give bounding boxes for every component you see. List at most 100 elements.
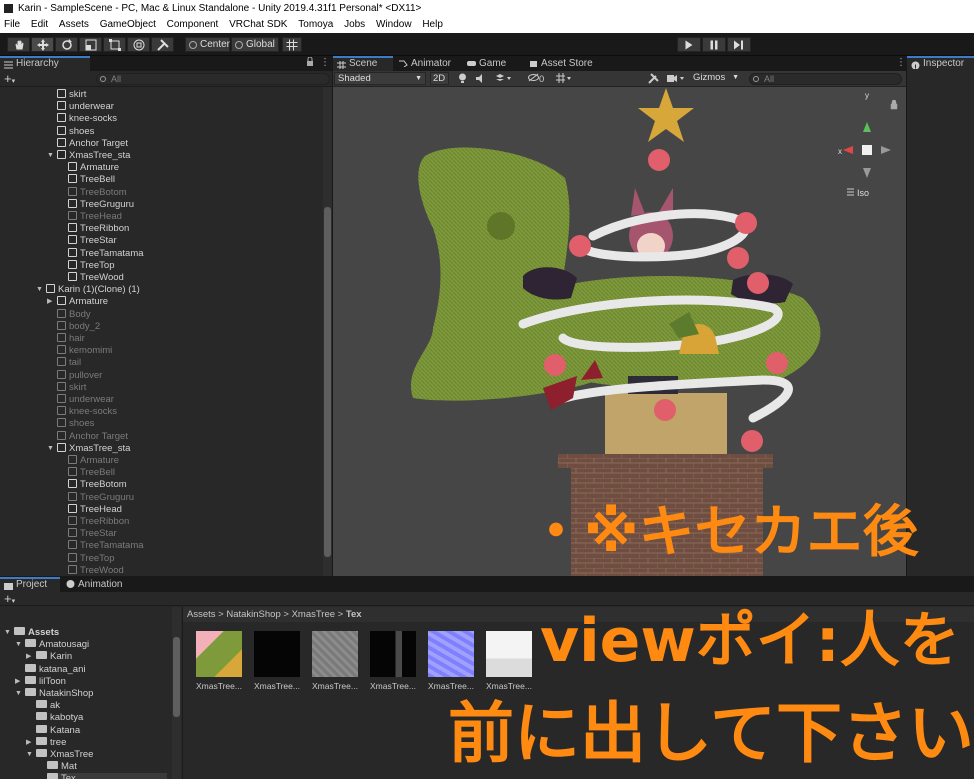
hierarchy-row[interactable]: knee-socks bbox=[57, 406, 117, 418]
hierarchy-row[interactable]: ▼ XmasTree_sta bbox=[47, 150, 130, 162]
tab-game[interactable]: Game bbox=[463, 56, 523, 71]
hierarchy-row[interactable]: skirt bbox=[57, 381, 86, 394]
menu-component[interactable]: Component bbox=[167, 17, 219, 33]
collapse-arrow-icon[interactable]: ▶ bbox=[26, 651, 31, 663]
mode-2d-toggle[interactable]: 2D bbox=[430, 72, 449, 85]
hierarchy-row[interactable]: TreeRibbon bbox=[68, 223, 129, 235]
tools-toggle-icon[interactable] bbox=[648, 73, 659, 87]
hierarchy-row[interactable]: Armature bbox=[68, 162, 119, 174]
menu-tomoya[interactable]: Tomoya bbox=[298, 17, 333, 33]
pause-button[interactable] bbox=[702, 37, 726, 52]
gizmos-dropdown[interactable]: Gizmos ▼ bbox=[690, 72, 742, 85]
folder-tree-item[interactable]: Katana bbox=[36, 724, 80, 737]
expand-arrow-icon[interactable]: ▼ bbox=[36, 284, 43, 296]
hierarchy-row[interactable]: Armature bbox=[68, 455, 119, 467]
hierarchy-row[interactable]: shoes bbox=[57, 125, 94, 138]
folder-tree-item[interactable]: ▶ lilToon bbox=[15, 675, 66, 688]
tab-project[interactable]: Project bbox=[0, 577, 60, 592]
menu-gameobject[interactable]: GameObject bbox=[100, 17, 156, 33]
collapse-arrow-icon[interactable]: ▶ bbox=[26, 737, 31, 749]
lighting-icon[interactable] bbox=[458, 73, 467, 87]
texture-label[interactable]: XmasTree... bbox=[306, 681, 364, 691]
texture-thumbnail[interactable] bbox=[370, 631, 416, 677]
hierarchy-row[interactable]: Anchor Target bbox=[57, 430, 128, 443]
folder-tree-scrollbar-thumb[interactable] bbox=[173, 637, 180, 717]
hierarchy-row[interactable]: hair bbox=[57, 333, 85, 345]
hierarchy-row[interactable]: TreeBell bbox=[68, 174, 115, 186]
folder-tree-item[interactable]: ▼ Amatousagi bbox=[15, 639, 89, 651]
hierarchy-scrollbar-thumb[interactable] bbox=[324, 207, 331, 557]
hierarchy-row[interactable]: TreeWood bbox=[68, 564, 124, 576]
effects-icon[interactable] bbox=[496, 74, 511, 86]
breadcrumb-tex[interactable]: Tex bbox=[346, 609, 362, 620]
texture-thumbnail[interactable] bbox=[196, 631, 242, 677]
hierarchy-row[interactable]: TreeStar bbox=[68, 528, 117, 540]
folder-tree-item[interactable]: katana_ani bbox=[25, 663, 85, 676]
hierarchy-row[interactable]: TreeBell bbox=[68, 467, 115, 479]
hierarchy-search-input[interactable]: All bbox=[96, 73, 330, 85]
hierarchy-row[interactable]: TreeTop bbox=[68, 552, 115, 565]
hierarchy-row[interactable]: TreeGruguru bbox=[68, 198, 134, 211]
hierarchy-row[interactable]: tail bbox=[57, 357, 81, 369]
collapse-arrow-icon[interactable]: ▶ bbox=[47, 296, 52, 308]
tab-asset-store[interactable]: Asset Store bbox=[525, 56, 605, 71]
folder-tree-item[interactable]: ▶ Karin bbox=[26, 651, 72, 663]
scene-menu-icon[interactable]: ⋮ bbox=[896, 58, 906, 68]
menu-file[interactable]: File bbox=[4, 17, 20, 33]
expand-arrow-icon[interactable]: ▼ bbox=[47, 443, 54, 455]
tab-inspector[interactable]: Inspector bbox=[907, 56, 974, 71]
folder-tree-item[interactable]: kabotya bbox=[36, 712, 83, 724]
projection-label[interactable]: Iso bbox=[857, 188, 869, 198]
step-button[interactable] bbox=[727, 37, 751, 52]
grid-toggle-icon[interactable] bbox=[556, 73, 572, 87]
rect-tool-button[interactable] bbox=[103, 37, 126, 52]
texture-label[interactable]: XmasTree... bbox=[364, 681, 422, 691]
rotate-tool-button[interactable] bbox=[55, 37, 78, 52]
hierarchy-row[interactable]: TreeTop bbox=[68, 259, 115, 272]
menu-window[interactable]: Window bbox=[376, 17, 412, 33]
menu-help[interactable]: Help bbox=[422, 17, 443, 33]
hierarchy-row[interactable]: TreeWood bbox=[68, 272, 124, 284]
hierarchy-row[interactable]: TreeHead bbox=[68, 503, 122, 516]
grid-snap-button[interactable] bbox=[282, 37, 302, 52]
menu-vrchat-sdk[interactable]: VRChat SDK bbox=[229, 17, 287, 33]
scale-tool-button[interactable] bbox=[79, 37, 102, 52]
hierarchy-row[interactable]: ▼ Karin (1)(Clone) (1) bbox=[36, 284, 140, 296]
texture-thumbnail[interactable] bbox=[428, 631, 474, 677]
lock-icon[interactable] bbox=[306, 56, 314, 67]
breadcrumb-assets[interactable]: Assets bbox=[187, 609, 216, 620]
texture-label[interactable]: XmasTree... bbox=[190, 681, 248, 691]
hierarchy-row[interactable]: Body bbox=[57, 308, 91, 321]
hierarchy-row[interactable]: TreeRibbon bbox=[68, 516, 129, 528]
hand-tool-button[interactable] bbox=[7, 37, 30, 52]
camera-icon[interactable] bbox=[667, 74, 685, 86]
hierarchy-row[interactable]: TreeHead bbox=[68, 211, 122, 223]
hierarchy-row[interactable]: TreeTamatama bbox=[68, 247, 144, 260]
hierarchy-scrollbar[interactable] bbox=[323, 87, 332, 576]
tab-animator[interactable]: Animator bbox=[395, 56, 461, 71]
menu-jobs[interactable]: Jobs bbox=[344, 17, 365, 33]
pivot-center-button[interactable]: Center bbox=[185, 37, 230, 52]
hierarchy-row[interactable]: TreeStar bbox=[68, 235, 117, 247]
hierarchy-row[interactable]: shoes bbox=[57, 418, 94, 430]
hierarchy-row[interactable]: TreeBotom bbox=[68, 479, 127, 491]
texture-thumbnail[interactable] bbox=[254, 631, 300, 677]
hierarchy-row[interactable]: skirt bbox=[57, 89, 86, 101]
hidden-objects-toggle[interactable]: 0 bbox=[528, 73, 544, 85]
panel-menu-icon[interactable]: ⋮ bbox=[320, 58, 330, 68]
folder-tree-item[interactable]: ▶ tree bbox=[26, 736, 66, 749]
texture-label[interactable]: XmasTree... bbox=[248, 681, 306, 691]
folder-tree-item[interactable]: ▼ NatakinShop bbox=[15, 688, 93, 700]
folder-tree-item[interactable]: Tex bbox=[47, 773, 167, 779]
hierarchy-row[interactable]: TreeTamatama bbox=[68, 540, 144, 552]
hierarchy-row[interactable]: body_2 bbox=[57, 320, 100, 333]
hierarchy-row[interactable]: pullover bbox=[57, 369, 102, 382]
folder-tree-scrollbar[interactable] bbox=[172, 607, 181, 779]
hierarchy-row[interactable]: ▼ XmasTree_sta bbox=[47, 442, 130, 455]
tab-hierarchy[interactable]: Hierarchy bbox=[0, 56, 90, 71]
breadcrumb-xmastree[interactable]: XmasTree bbox=[292, 609, 335, 620]
folder-tree-item[interactable]: Mat bbox=[47, 761, 77, 773]
space-global-button[interactable]: Global bbox=[231, 37, 279, 52]
collapse-arrow-icon[interactable]: ▶ bbox=[15, 676, 20, 688]
move-tool-button[interactable] bbox=[31, 37, 54, 52]
